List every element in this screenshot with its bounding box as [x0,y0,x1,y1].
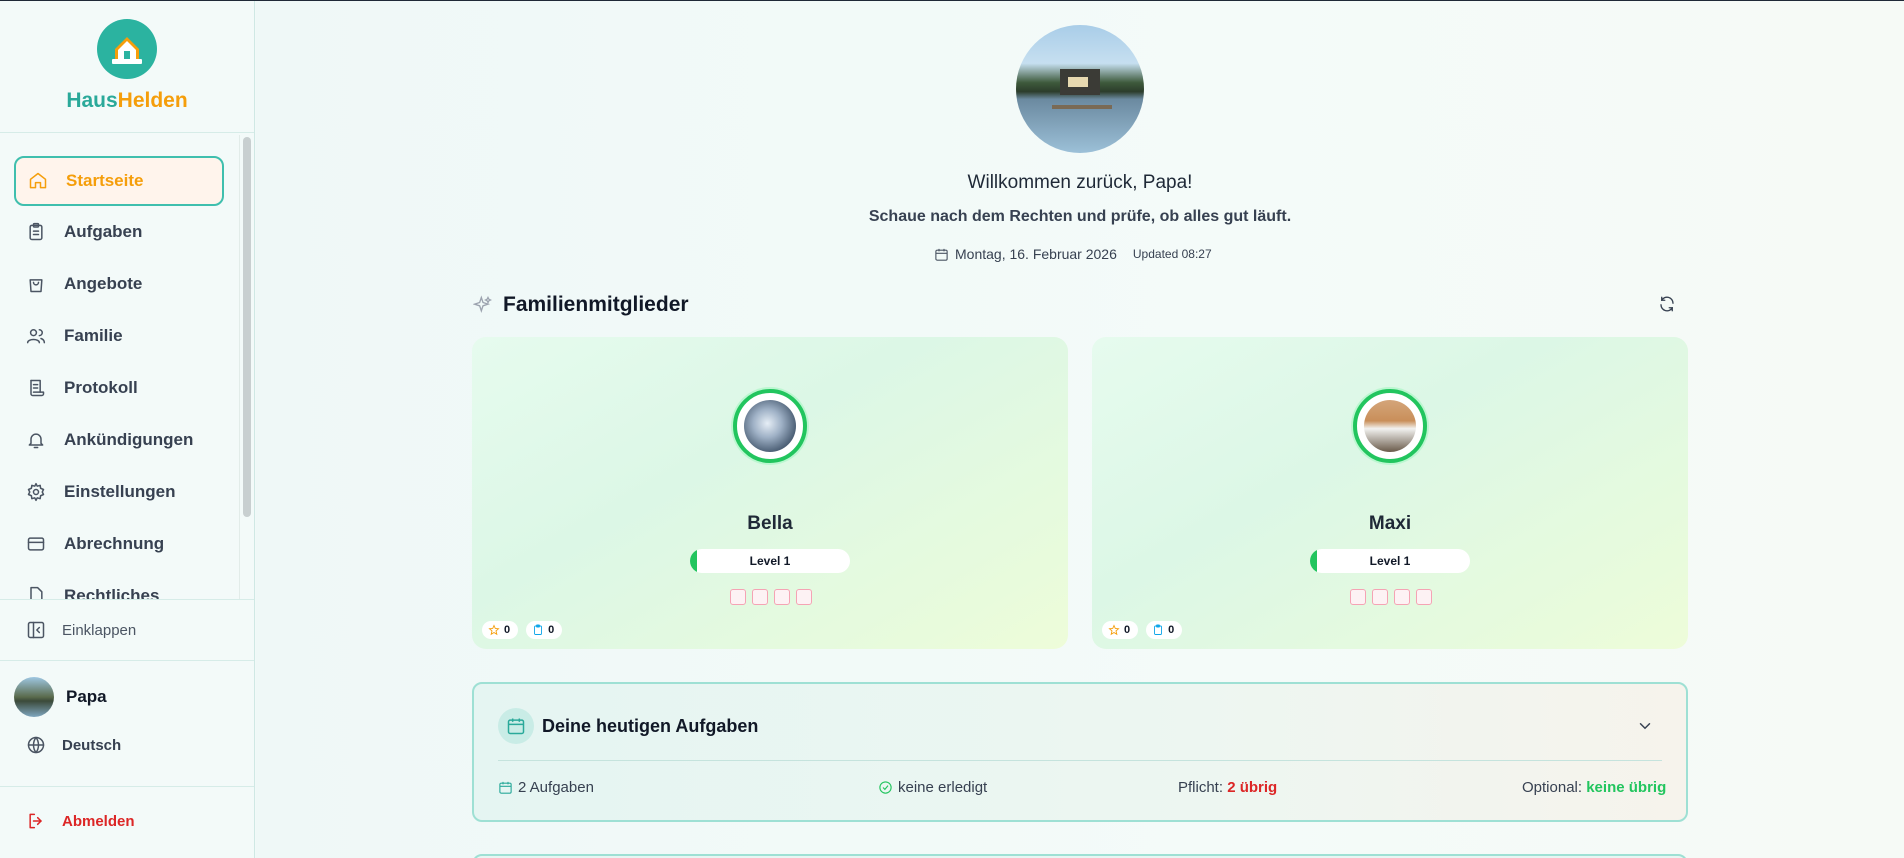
next-panel [472,854,1688,858]
todays-tasks-title: Deine heutigen Aufgaben [542,716,759,736]
tasks-badge: 0 [1146,621,1183,639]
collapse-sidebar-button[interactable]: Einklappen [0,599,254,661]
logout-button[interactable]: Abmelden [26,811,135,831]
member-card-bella[interactable]: Bella Level 1 0 0 [472,337,1068,649]
level-progress: Level 1 [690,549,850,573]
date-row: Montag, 16. Februar 2026 Updated 08:27 [934,246,1212,262]
member-name: Maxi [1368,513,1412,534]
globe-icon [27,736,45,754]
avatar [744,400,796,452]
stars-badge: 0 [1102,621,1139,639]
star-icon [488,624,500,636]
avatar [1364,400,1416,452]
nav-item-einstellungen[interactable]: Einstellungen [14,467,224,517]
brand-header: HausHelden [0,1,254,133]
avatar [14,677,54,717]
refresh-icon [1660,296,1674,312]
sidebar-collapse-icon [27,621,45,639]
hero-image-dock [1052,105,1112,109]
current-date: Montag, 16. Februar 2026 [955,246,1117,262]
task-box [1372,589,1388,605]
updated-time: Updated 08:27 [1132,247,1212,261]
tasks-optional: Optional: keine übrig [1522,779,1667,796]
task-box [752,589,768,605]
sidebar-divider [0,786,254,787]
user-profile[interactable]: Papa [14,677,107,717]
nav-item-ankuendigungen[interactable]: Ankündigungen [14,415,224,465]
task-boxes [730,589,812,605]
sparkles-icon [473,295,492,313]
users-icon [26,329,46,344]
gear-icon [27,482,45,502]
hero-image-house [1060,69,1100,95]
language-selector[interactable]: Deutsch [26,735,121,755]
check-circle-icon [879,781,892,794]
member-stats: 0 0 [1102,621,1183,639]
logout-icon [29,813,42,829]
level-progress: Level 1 [1310,549,1470,573]
member-stats: 0 0 [482,621,563,639]
calendar-icon [935,248,948,261]
nav-item-abrechnung[interactable]: Abrechnung [14,519,224,569]
nav-scrollbar[interactable] [243,137,251,517]
task-box [730,589,746,605]
main-nav: Startseite Aufgaben Angebote Familie Pro… [0,135,240,599]
member-name: Bella [747,513,793,534]
clipboard-icon [29,222,43,241]
nav-item-rechtliches[interactable]: Rechtliches [14,571,224,599]
refresh-button[interactable] [1658,295,1678,315]
tasks-badge: 0 [526,621,563,639]
todays-tasks-panel[interactable]: Deine heutigen Aufgaben 2 Aufgaben keine… [472,682,1688,822]
tasks-divider [498,760,1662,761]
logo-icon[interactable] [97,19,157,79]
nav-item-familie[interactable]: Familie [14,311,224,361]
task-box [1394,589,1410,605]
stars-badge: 0 [482,621,519,639]
member-avatar-ring [733,389,807,463]
home-icon [29,172,47,189]
task-box [796,589,812,605]
tasks-done: keine erledigt [878,779,987,796]
nav-item-protokoll[interactable]: Protokoll [14,363,224,413]
tasks-required: Pflicht: 2 übrig [1178,779,1278,796]
member-card-maxi[interactable]: Maxi Level 1 0 0 [1092,337,1688,649]
task-box [1416,589,1432,605]
star-icon [1108,624,1120,636]
calendar-icon [498,708,534,744]
task-box [774,589,790,605]
clipboard-icon [1154,624,1163,635]
family-section-title: Familienmitglieder [473,293,689,317]
chevron-down-icon[interactable] [1636,717,1654,735]
member-avatar-ring [1353,389,1427,463]
task-box [1350,589,1366,605]
tasks-count: 2 Aufgaben [498,779,594,796]
welcome-heading: Willkommen zurück, Papa! [967,172,1193,193]
bell-icon [28,433,44,449]
sidebar: HausHelden Startseite Aufgaben Angebote … [0,1,255,858]
task-boxes [1350,589,1432,605]
nav-item-angebote[interactable]: Angebote [14,259,224,309]
nav-item-aufgaben[interactable]: Aufgaben [14,207,224,257]
clipboard-icon [534,624,543,635]
scroll-icon [30,379,45,397]
credit-card-icon [27,537,45,551]
welcome-subtitle: Schaue nach dem Rechten und prüfe, ob al… [868,208,1292,225]
hero-image [1016,25,1144,153]
nav-item-startseite[interactable]: Startseite [14,156,224,206]
brand-name: HausHelden [66,89,188,112]
shopping-bag-icon [29,279,43,293]
calendar-icon [499,781,512,794]
file-icon [30,586,43,599]
